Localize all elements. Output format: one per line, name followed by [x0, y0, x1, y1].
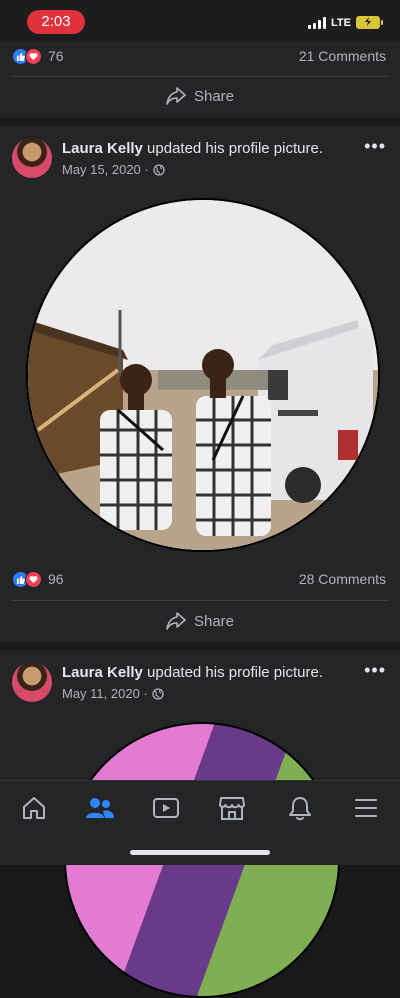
tab-menu[interactable] — [348, 793, 384, 823]
tab-notifications[interactable] — [282, 793, 318, 823]
divider — [12, 600, 388, 601]
home-icon — [23, 797, 45, 819]
profile-photo[interactable] — [26, 198, 380, 552]
watch-icon — [153, 798, 179, 818]
home-indicator[interactable] — [130, 850, 270, 855]
bell-icon — [289, 797, 311, 821]
post-header: Laura Kelly updated his profile picture.… — [12, 660, 388, 710]
post-title: Laura Kelly updated his profile picture. — [62, 140, 323, 157]
post-date[interactable]: May 11, 2020 · — [62, 686, 148, 701]
network-type: LTE — [331, 16, 351, 29]
love-reaction-icon — [25, 570, 42, 588]
avatar[interactable] — [12, 662, 52, 702]
share-button[interactable]: Share — [0, 78, 400, 114]
reactions-summary[interactable]: 76 21 Comments — [12, 46, 386, 66]
post-card-previous: 76 21 Comments Share — [0, 42, 400, 118]
tab-marketplace[interactable] — [214, 793, 250, 823]
menu-icon — [355, 799, 377, 817]
share-icon — [166, 612, 186, 630]
more-options-icon[interactable]: ••• — [364, 660, 386, 681]
post-meta: May 11, 2020 · — [62, 686, 164, 701]
tab-friends[interactable] — [82, 793, 118, 823]
author-name[interactable]: Laura Kelly — [62, 140, 143, 157]
divider — [12, 76, 388, 77]
status-bar: 2:03 LTE — [0, 0, 400, 42]
share-label: Share — [193, 612, 235, 630]
more-options-icon[interactable]: ••• — [364, 136, 386, 157]
author-name[interactable]: Laura Kelly — [62, 664, 143, 681]
post-action: updated his profile picture. — [147, 140, 323, 157]
post-meta: May 15, 2020 · — [62, 162, 165, 177]
status-indicators: LTE — [308, 16, 383, 29]
status-time: 2:03 — [27, 10, 85, 34]
share-button[interactable]: Share — [0, 603, 400, 639]
battery-icon — [356, 16, 383, 29]
post-title: Laura Kelly updated his profile picture. — [62, 664, 323, 681]
globe-icon — [152, 687, 164, 700]
reaction-count: 96 — [48, 571, 64, 587]
tab-watch[interactable] — [148, 793, 184, 823]
friends-icon — [86, 798, 114, 818]
tab-home[interactable] — [16, 793, 52, 823]
reactions-summary[interactable]: 96 28 Comments — [12, 569, 386, 589]
post-header: Laura Kelly updated his profile picture.… — [12, 136, 388, 186]
post-date[interactable]: May 15, 2020 · — [62, 162, 149, 177]
reaction-count: 76 — [48, 48, 64, 64]
share-label: Share — [193, 87, 235, 105]
signal-icon — [308, 16, 327, 29]
marketplace-icon — [219, 797, 245, 820]
avatar[interactable] — [12, 138, 52, 178]
comments-count[interactable]: 28 Comments — [299, 571, 386, 587]
love-reaction-icon — [25, 47, 42, 65]
comments-count[interactable]: 21 Comments — [299, 48, 386, 64]
globe-icon — [153, 163, 165, 176]
post-action: updated his profile picture. — [147, 664, 323, 681]
share-icon — [166, 87, 186, 105]
